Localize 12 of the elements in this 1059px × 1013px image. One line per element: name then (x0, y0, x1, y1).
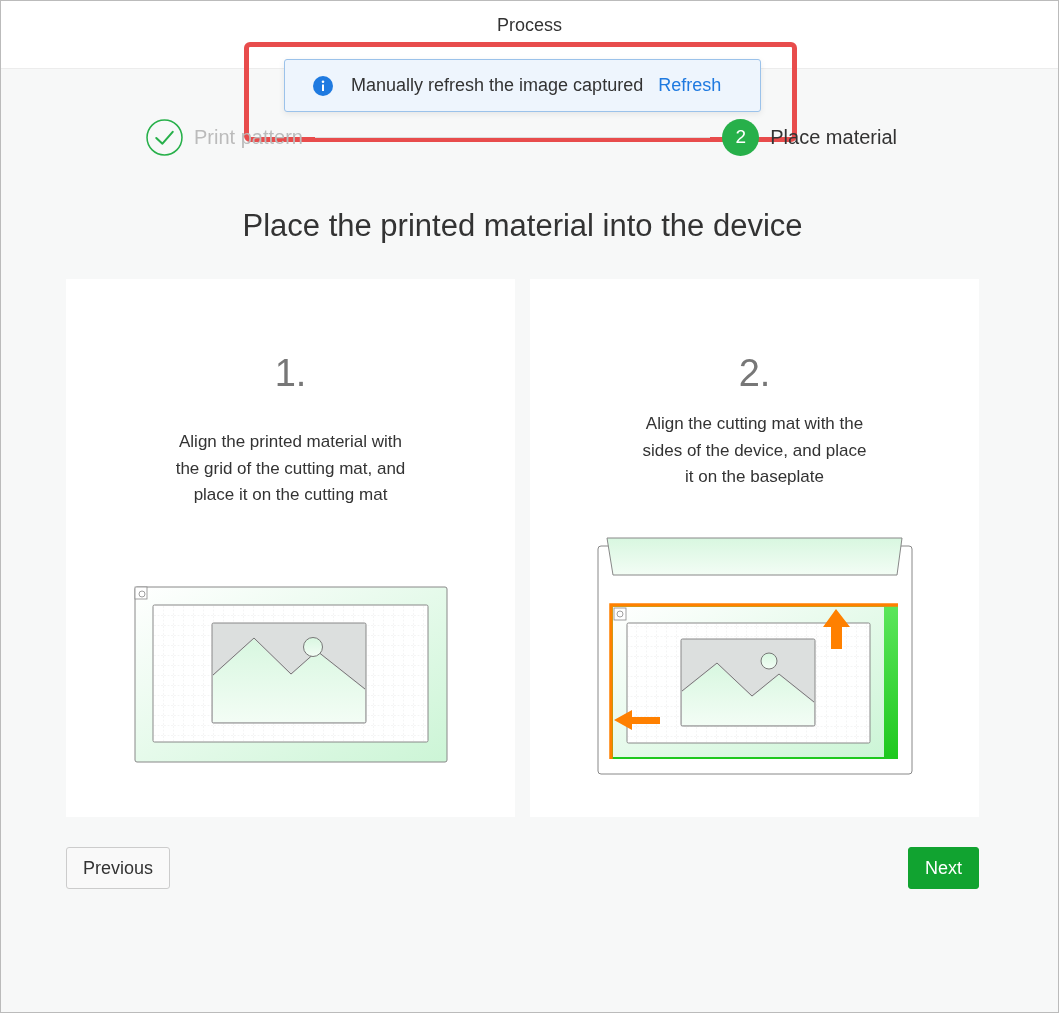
refresh-link[interactable]: Refresh (658, 75, 722, 96)
info-icon (313, 75, 333, 96)
instruction-text: Align the printed material with the grid of the cutting mat, and place it on the cutting mat (174, 431, 407, 506)
window-title: Process (497, 15, 562, 37)
step-number: 2 (722, 118, 760, 156)
instruction-text: Align the cutting mat with the sides of the device, and place it on the baseplate (641, 413, 868, 488)
page-heading: Place the printed material into the device (241, 207, 804, 245)
next-button[interactable]: Next (908, 847, 979, 889)
step-number: 1. (274, 351, 307, 395)
step-number: 2. (738, 351, 771, 395)
previous-button[interactable]: Previous (66, 847, 171, 889)
toast-message: Manually refresh the image captured (351, 75, 644, 96)
